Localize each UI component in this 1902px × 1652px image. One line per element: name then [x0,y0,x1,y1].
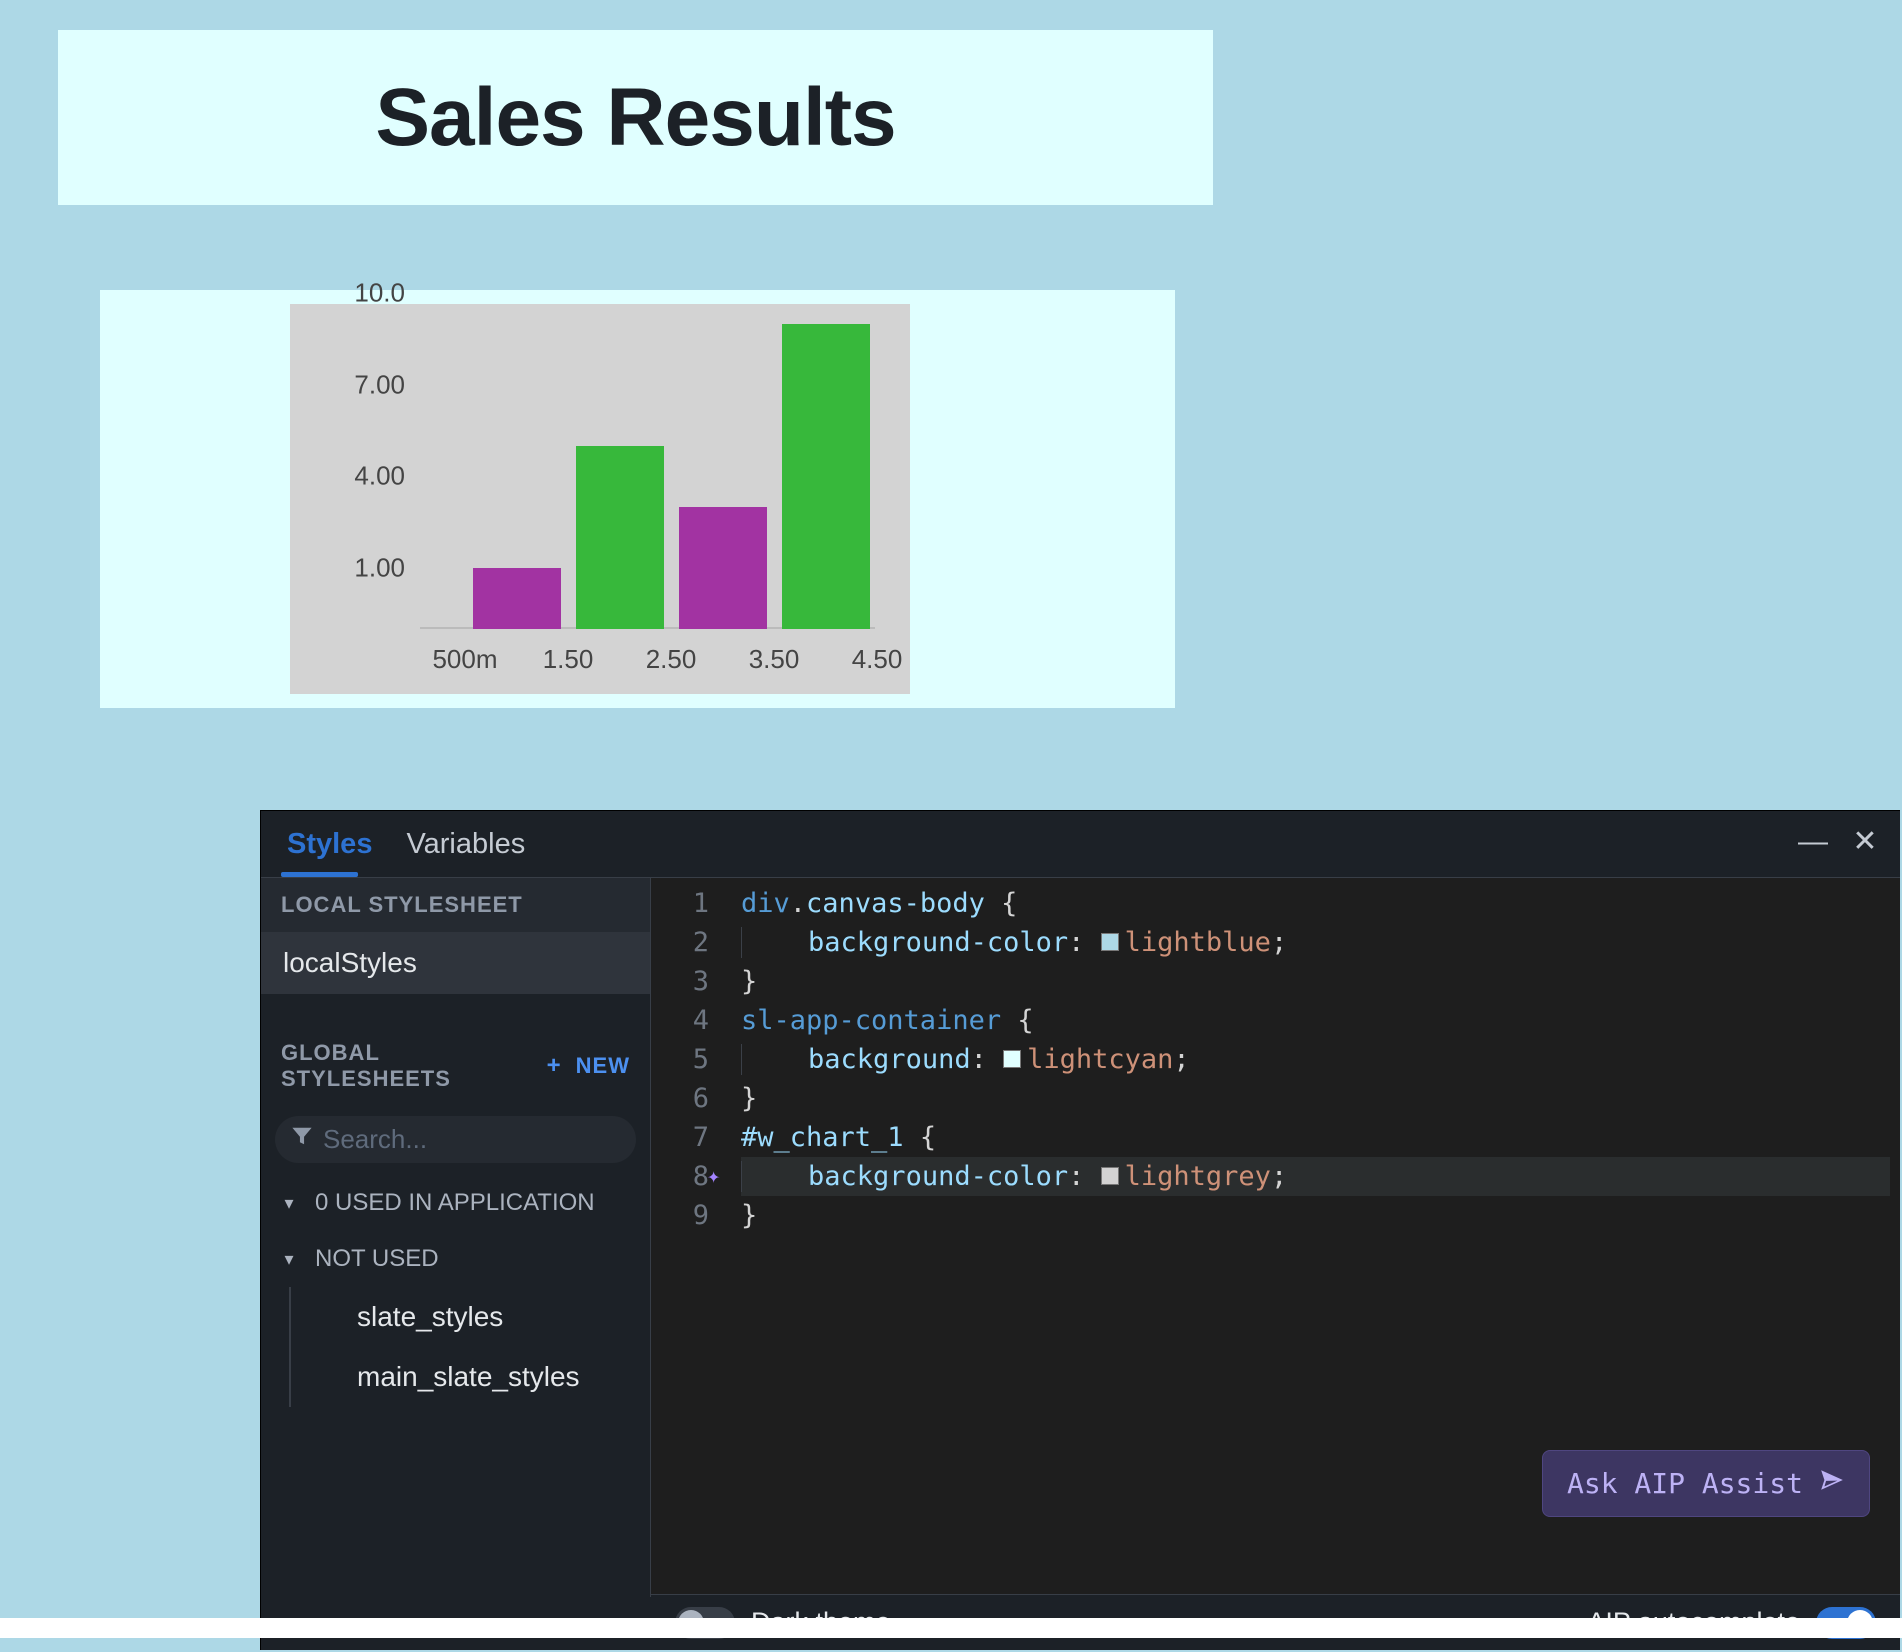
minimize-icon[interactable]: — [1796,827,1830,861]
x-tick: 500m [425,644,505,675]
stylesheet-search[interactable] [275,1116,636,1163]
editor-code[interactable]: div.canvas-body { background-color: ligh… [741,884,1890,1235]
filter-icon [291,1125,313,1154]
new-stylesheet-link[interactable]: NEW [576,1053,630,1079]
report-title: Sales Results [375,71,895,165]
panel-body: LOCAL STYLESHEET localStyles GLOBAL STYL… [261,877,1900,1597]
chevron-down-icon: ▾ [277,1193,301,1214]
x-tick: 1.50 [528,644,608,675]
tab-styles[interactable]: Styles [279,822,380,867]
styles-panel: Styles Variables — ✕ LOCAL STYLESHEET lo… [260,810,1900,1650]
search-input[interactable] [323,1124,658,1155]
chart-bar [782,324,870,629]
ask-aip-label: Ask AIP Assist [1567,1467,1803,1500]
panel-tab-bar: Styles Variables — ✕ [261,811,1900,877]
chart-bar [473,568,561,629]
editor-gutter: 123456789 [651,878,721,1597]
chart-bar [679,507,767,629]
used-in-application-label: 0 USED IN APPLICATION [315,1189,595,1217]
color-swatch-icon [1101,1167,1119,1185]
chart-inner: 10.07.004.001.00500m1.502.503.504.50 [420,324,875,629]
not-used-label: NOT USED [315,1245,439,1273]
x-tick: 4.50 [837,644,917,675]
close-icon[interactable]: ✕ [1848,827,1882,861]
title-card: Sales Results [58,30,1213,205]
css-editor[interactable]: 123456789 div.canvas-body { background-c… [651,877,1900,1597]
tree-used-in-application[interactable]: ▾ 0 USED IN APPLICATION [261,1175,650,1231]
send-icon [1819,1467,1845,1500]
x-tick: 3.50 [734,644,814,675]
chart-card: 10.07.004.001.00500m1.502.503.504.50 [100,290,1175,708]
sidebar-item-slate-styles[interactable]: slate_styles [289,1287,650,1347]
sidebar-item-local-styles[interactable]: localStyles [261,932,650,994]
tab-variables[interactable]: Variables [398,822,533,867]
y-tick: 7.00 [325,369,405,400]
color-swatch-icon [1101,933,1119,951]
x-tick: 2.50 [631,644,711,675]
y-tick: 1.00 [325,552,405,583]
global-stylesheets-header: GLOBAL STYLESHEETS + NEW [261,1026,650,1106]
sidebar-spacer [261,994,650,1026]
y-tick: 10.0 [325,278,405,309]
color-swatch-icon [1003,1050,1021,1068]
ask-aip-assist-button[interactable]: Ask AIP Assist [1542,1450,1870,1517]
canvas-bottom-edge [0,1618,1902,1638]
global-stylesheets-label: GLOBAL STYLESHEETS [281,1040,539,1092]
panel-window-controls: — ✕ [1796,827,1882,861]
chevron-down-icon: ▾ [277,1249,301,1270]
local-stylesheet-header: LOCAL STYLESHEET [261,878,650,932]
styles-sidebar: LOCAL STYLESHEET localStyles GLOBAL STYL… [261,877,651,1597]
chart-plot: 10.07.004.001.00500m1.502.503.504.50 [290,304,910,694]
y-tick: 4.00 [325,461,405,492]
chart-bar [576,446,664,629]
sidebar-item-main-slate-styles[interactable]: main_slate_styles [289,1347,650,1407]
tree-not-used[interactable]: ▾ NOT USED [261,1231,650,1287]
ai-sparkle-icon: ✦ [707,1161,720,1192]
plus-icon[interactable]: + [547,1052,562,1080]
